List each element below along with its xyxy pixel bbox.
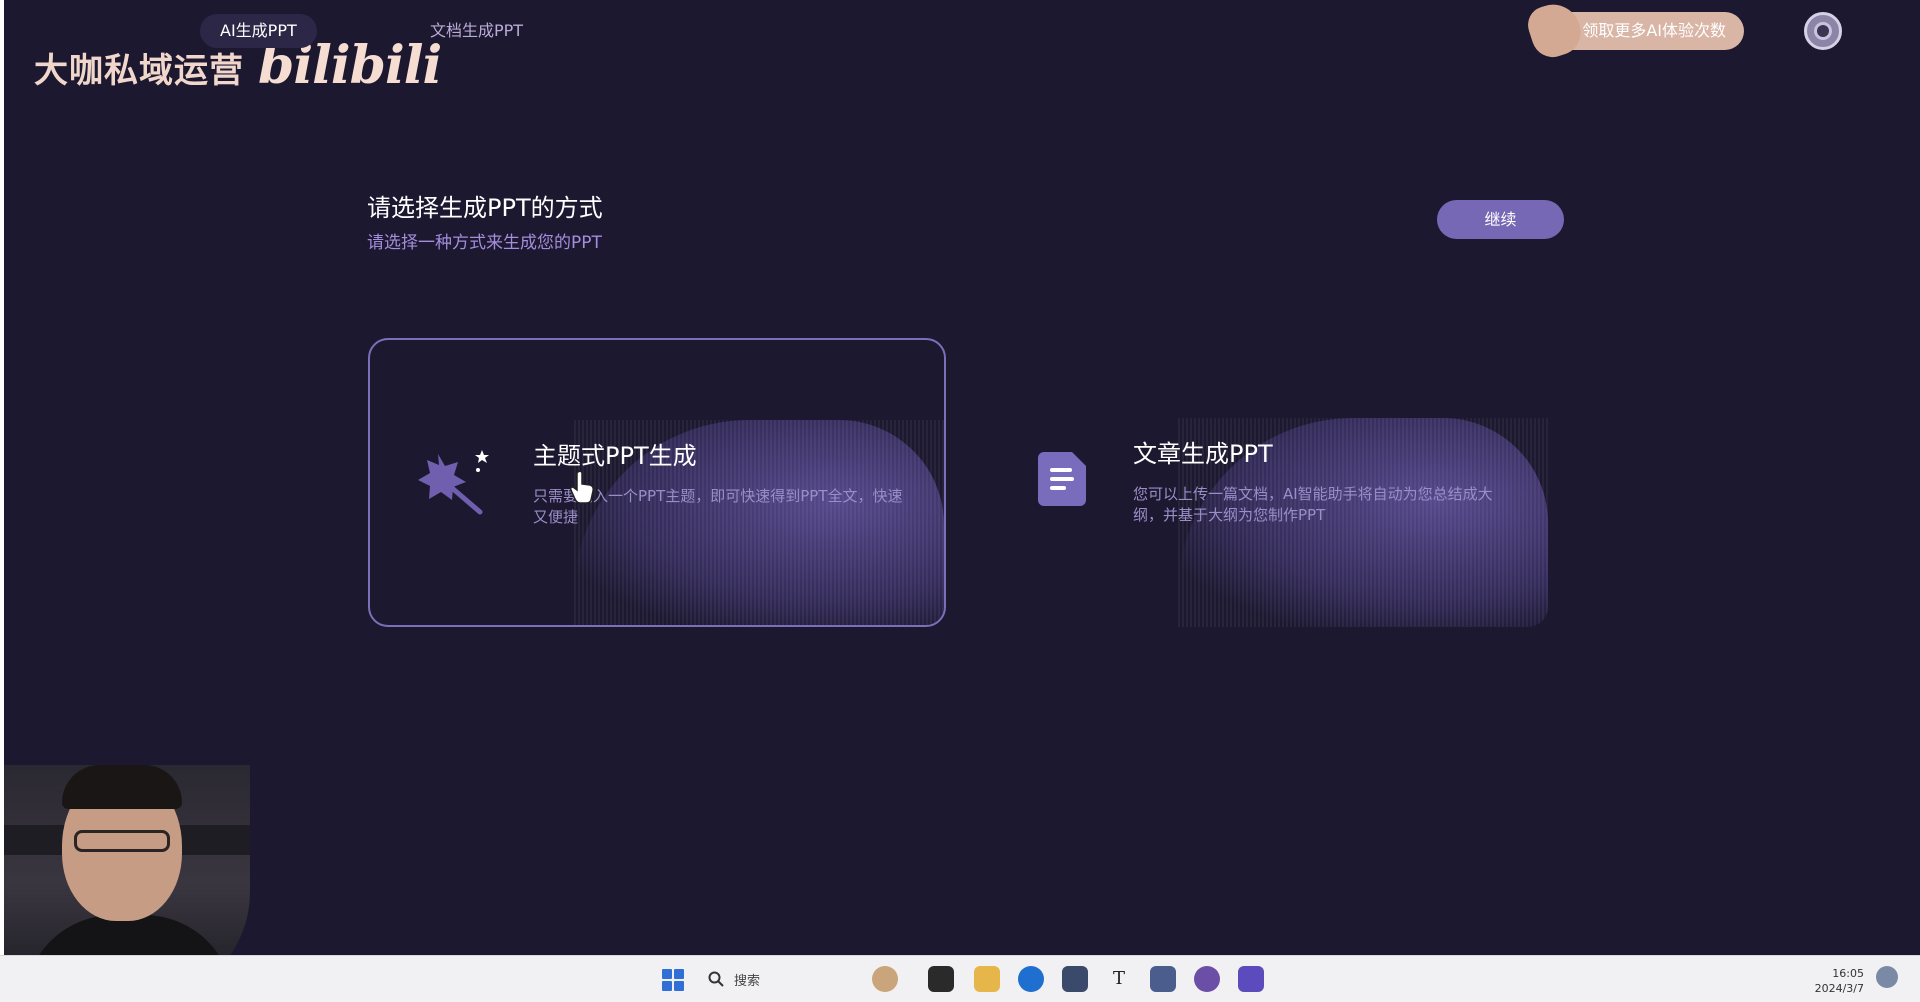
promo-label: 领取更多AI体验次数 <box>1582 21 1726 40</box>
continue-button[interactable]: 继续 <box>1437 200 1564 239</box>
clock-time: 16:05 <box>1832 967 1864 980</box>
option-title: 文章生成PPT <box>1133 440 1273 468</box>
search-icon <box>708 971 724 987</box>
folder-app-icon[interactable] <box>974 966 1000 992</box>
page-subtitle: 请选择一种方式来生成您的PPT <box>367 233 602 253</box>
store-app-icon[interactable] <box>1062 966 1088 992</box>
app-avatar-icon[interactable] <box>872 966 898 992</box>
terminal-app-icon[interactable] <box>928 966 954 992</box>
search-label: 搜索 <box>734 973 761 989</box>
document-icon <box>1038 452 1086 510</box>
app-window: 大咖私域运营 bilibili AI生成PPT 文档生成PPT 领取更多AI体验… <box>0 0 1920 955</box>
magic-wand-icon <box>412 446 492 520</box>
splash-decoration-icon <box>1523 0 1587 63</box>
glasses-icon <box>74 830 170 852</box>
tab-ai-ppt[interactable]: AI生成PPT <box>200 14 317 48</box>
avatar[interactable] <box>1804 12 1842 50</box>
option-card-topic[interactable]: 主题式PPT生成 只需要输入一个PPT主题，即可快速得到PPT全文，快速又便捷 <box>368 338 946 627</box>
hand-cursor-icon <box>570 470 596 508</box>
option-description: 您可以上传一篇文档，AI智能助手将自动为您总结成大纲，并基于大纲为您制作PPT <box>1133 485 1493 524</box>
windows-start-icon[interactable] <box>662 969 684 991</box>
recorder-app-icon[interactable] <box>1194 966 1220 992</box>
brand-text: 大咖私域运营 <box>34 51 244 91</box>
option-card-article[interactable]: 文章生成PPT 您可以上传一篇文档，AI智能助手将自动为您总结成大纲，并基于大纲… <box>970 338 1548 627</box>
taskbar-search[interactable]: 搜索 <box>708 966 760 992</box>
option-title: 主题式PPT生成 <box>533 442 697 470</box>
tab-document-ppt[interactable]: 文档生成PPT <box>410 14 543 48</box>
taskbar: 搜索 T 16:05 2024/3/7 <box>0 955 1920 1002</box>
webcam-person-hair <box>62 765 182 809</box>
promo-button[interactable]: 领取更多AI体验次数 <box>1523 0 1744 63</box>
edge-browser-icon[interactable] <box>1018 966 1044 992</box>
typora-app-icon[interactable]: T <box>1106 966 1132 992</box>
taskbar-clock[interactable]: 16:05 2024/3/7 <box>1804 966 1864 996</box>
notification-icon[interactable] <box>1876 966 1898 988</box>
page-title: 请选择生成PPT的方式 <box>367 194 603 222</box>
wps-app-icon[interactable] <box>1238 966 1264 992</box>
notepad-app-icon[interactable] <box>1150 966 1176 992</box>
clock-date: 2024/3/7 <box>1814 982 1864 995</box>
